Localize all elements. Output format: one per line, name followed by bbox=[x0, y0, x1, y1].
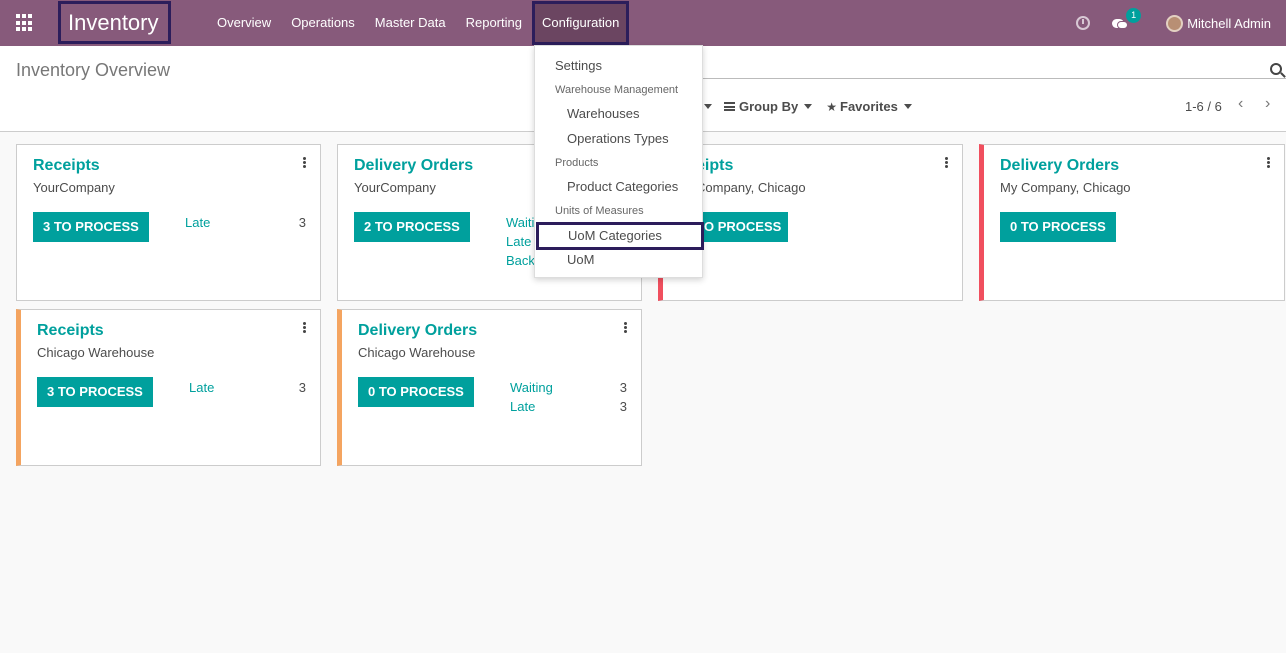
star-icon: ★ bbox=[826, 99, 837, 114]
stat-waiting-link[interactable]: Waiti bbox=[506, 215, 534, 230]
menu-item-product-categories[interactable]: Product Categories bbox=[567, 179, 678, 194]
messages-badge: 1 bbox=[1126, 8, 1142, 23]
stat-late-link[interactable]: Late bbox=[506, 234, 531, 249]
to-process-button[interactable]: 2 TO PROCESS bbox=[354, 212, 470, 242]
user-name: Mitchell Admin bbox=[1187, 15, 1271, 31]
kanban-card-delivery-chicago-warehouse: Delivery Orders Chicago Warehouse 0 TO P… bbox=[337, 309, 642, 466]
card-title[interactable]: Delivery Orders bbox=[354, 157, 473, 175]
menu-item-uom[interactable]: UoM bbox=[567, 252, 594, 267]
menu-item-settings[interactable]: Settings bbox=[555, 58, 602, 73]
to-process-button[interactable]: 0 TO PROCESS bbox=[1000, 212, 1116, 242]
app-title[interactable]: Inventory bbox=[58, 1, 171, 44]
kanban-card-receipts-yourcompany: Receipts YourCompany 3 TO PROCESS Late 3 bbox=[16, 144, 321, 301]
kebab-icon[interactable] bbox=[1267, 157, 1270, 168]
list-icon bbox=[724, 102, 735, 111]
kanban-card-delivery-chicago: Delivery Orders My Company, Chicago 0 TO… bbox=[979, 144, 1285, 301]
clock-icon[interactable] bbox=[1076, 16, 1091, 30]
favorites-label: Favorites bbox=[840, 99, 898, 114]
apps-grid-icon[interactable] bbox=[16, 14, 34, 32]
search-input[interactable] bbox=[702, 78, 1286, 79]
menu-item-operations-types[interactable]: Operations Types bbox=[567, 131, 669, 146]
chat-icon[interactable]: 1 bbox=[1112, 8, 1142, 29]
dropdown-header-products: Products bbox=[555, 157, 599, 169]
card-title[interactable]: Delivery Orders bbox=[358, 322, 477, 340]
kebab-icon[interactable] bbox=[945, 157, 948, 168]
card-title[interactable]: Delivery Orders bbox=[1000, 157, 1119, 175]
to-process-button[interactable]: 3 TO PROCESS bbox=[37, 377, 153, 407]
card-subtitle: YourCompany bbox=[33, 180, 115, 195]
card-subtitle: Chicago Warehouse bbox=[37, 345, 155, 360]
menu-overview[interactable]: Overview bbox=[207, 0, 281, 46]
card-title[interactable]: Receipts bbox=[33, 157, 100, 175]
chevron-right-icon[interactable]: › bbox=[1265, 96, 1275, 112]
main-menu: Overview Operations Master Data Reportin… bbox=[207, 0, 630, 46]
menu-configuration[interactable]: Configuration bbox=[531, 1, 630, 45]
dropdown-header-uom: Units of Measures bbox=[555, 205, 644, 217]
menu-item-warehouses[interactable]: Warehouses bbox=[567, 106, 640, 121]
search-icon[interactable] bbox=[1270, 63, 1282, 75]
menu-operations[interactable]: Operations bbox=[281, 0, 365, 46]
group-by-button[interactable]: Group By bbox=[724, 99, 813, 114]
group-by-label: Group By bbox=[739, 99, 799, 114]
caret-down-icon bbox=[903, 104, 912, 109]
card-title[interactable]: Receipts bbox=[37, 322, 104, 340]
stat-waiting-count: 3 bbox=[619, 380, 627, 395]
breadcrumb: Inventory Overview bbox=[16, 60, 171, 80]
top-navbar: Inventory Overview Operations Master Dat… bbox=[0, 0, 1286, 46]
chevron-left-icon[interactable]: ‹ bbox=[1238, 96, 1248, 112]
card-subtitle: Company, Chicago bbox=[696, 180, 806, 195]
stat-late-link[interactable]: Late bbox=[510, 399, 535, 414]
stat-backorders-link[interactable]: Back bbox=[506, 253, 535, 268]
menu-master-data[interactable]: Master Data bbox=[365, 0, 456, 46]
to-process-button[interactable]: 0 TO PROCESS bbox=[358, 377, 474, 407]
kebab-icon[interactable] bbox=[303, 322, 306, 333]
systray: 1 Mitchell Admin bbox=[1076, 0, 1286, 46]
menu-item-uom-categories[interactable]: UoM Categories bbox=[536, 222, 704, 250]
card-subtitle: My Company, Chicago bbox=[1000, 180, 1131, 195]
favorites-button[interactable]: ★ Favorites bbox=[826, 99, 912, 114]
stat-late-count: 3 bbox=[298, 380, 306, 395]
caret-down-icon bbox=[804, 104, 813, 109]
stat-late-link[interactable]: Late bbox=[189, 380, 214, 395]
pager-value[interactable]: 1-6 / 6 bbox=[1185, 99, 1222, 114]
card-subtitle: YourCompany bbox=[354, 180, 436, 195]
filters-caret-icon[interactable] bbox=[704, 104, 712, 109]
card-subtitle: Chicago Warehouse bbox=[358, 345, 476, 360]
dropdown-header-warehouse: Warehouse Management bbox=[555, 84, 679, 96]
stat-late-count: 3 bbox=[619, 399, 627, 414]
to-process-button[interactable]: O PROCESS bbox=[696, 212, 788, 242]
avatar bbox=[1166, 14, 1184, 32]
stat-waiting-link[interactable]: Waiting bbox=[510, 380, 553, 395]
stat-late-count: 3 bbox=[298, 215, 306, 230]
to-process-button[interactable]: 3 TO PROCESS bbox=[33, 212, 149, 242]
menu-reporting[interactable]: Reporting bbox=[456, 0, 532, 46]
configuration-dropdown: Settings Warehouse Management Warehouses… bbox=[534, 45, 704, 278]
search-options: Group By ★ Favorites bbox=[704, 99, 926, 114]
kebab-icon[interactable] bbox=[624, 322, 627, 333]
kanban-card-receipts-chicago-warehouse: Receipts Chicago Warehouse 3 TO PROCESS … bbox=[16, 309, 321, 466]
user-menu[interactable]: Mitchell Admin bbox=[1166, 14, 1286, 32]
stat-late-link[interactable]: Late bbox=[185, 215, 210, 230]
kebab-icon[interactable] bbox=[303, 157, 306, 168]
